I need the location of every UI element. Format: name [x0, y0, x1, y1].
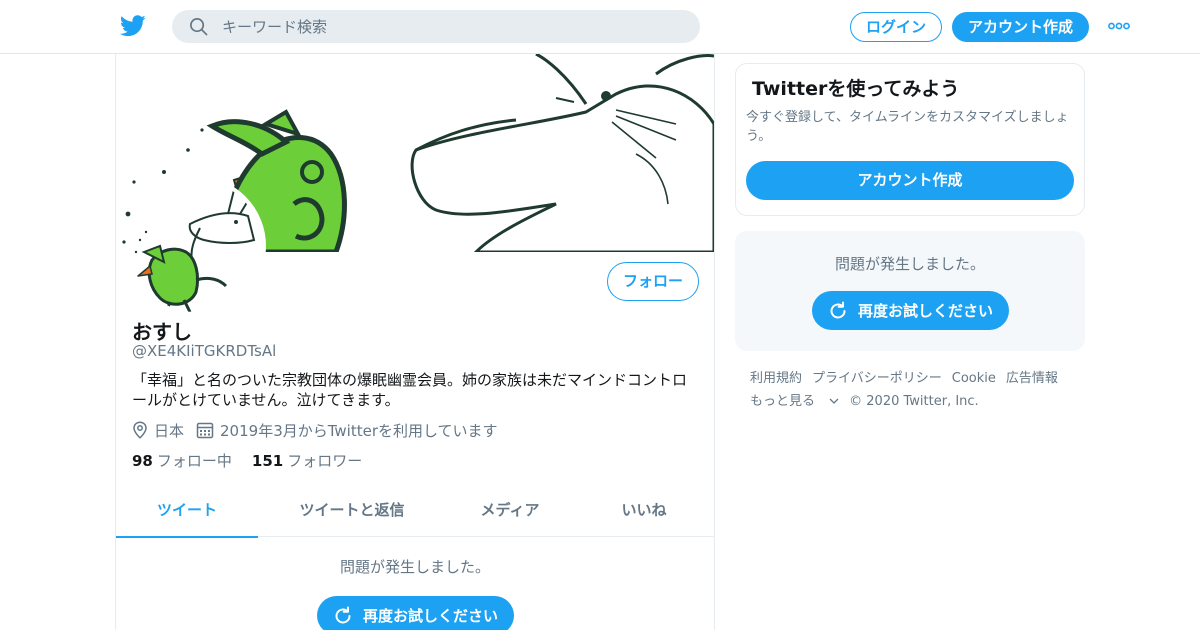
profile-join-date: 2019年3月からTwitterを利用しています: [220, 421, 498, 440]
more-dots-icon[interactable]: [1108, 20, 1130, 32]
signup-card-description: 今すぐ登録して、タイムラインをカスタマイズしましょう。: [746, 110, 1069, 144]
search-input[interactable]: [222, 10, 682, 43]
profile-bio: 「幸福」と名のついた宗教団体の爆眠幽霊会員。姉の家族は未だマインドコントロールが…: [132, 371, 688, 409]
footer-ads-link[interactable]: 広告情報: [1006, 367, 1058, 390]
profile-handle: @XE4KIiTGKRDTsAl: [132, 342, 277, 360]
following-count: 98: [132, 452, 153, 470]
profile-avatar[interactable]: [126, 176, 266, 316]
calendar-icon: [196, 422, 214, 439]
following-link[interactable]: 98 フォロー中: [132, 450, 232, 471]
tab-media[interactable]: メディア: [446, 490, 574, 537]
profile-tabs: ツイート ツイートと返信 メディア いいね: [116, 490, 714, 538]
login-button[interactable]: ログイン: [850, 12, 942, 42]
feed-error-message: 問題が発生しました。: [339, 558, 490, 576]
sidebar-retry-label: 再度お試しください: [857, 302, 993, 320]
refresh-icon: [335, 606, 351, 623]
feed-retry-label: 再度お試しください: [362, 607, 498, 625]
profile-column: フォロー おすし @XE4KIiTGKRDTsAl 「幸福」と名のついた宗教団体…: [115, 54, 715, 630]
search-box: [172, 10, 700, 43]
followers-label: フォロワー: [287, 452, 363, 470]
footer-more-label: もっと見る: [750, 394, 816, 409]
profile-meta: 日本 2019年3月からTwitterを利用しています: [132, 420, 510, 440]
signup-card-button[interactable]: アカウント作成: [746, 161, 1074, 200]
following-label: フォロー中: [156, 452, 232, 470]
avatar-illustration: [130, 180, 262, 312]
refresh-icon: [830, 301, 846, 318]
search-icon: [190, 18, 208, 36]
twitter-bird-icon[interactable]: [120, 14, 146, 38]
feed-retry-button[interactable]: 再度お試しください: [317, 596, 514, 630]
top-navigation-bar: ログイン アカウント作成: [0, 0, 1200, 54]
footer-terms-link[interactable]: 利用規約: [750, 367, 802, 390]
chevron-down-icon: [829, 398, 839, 404]
signup-card: Twitterを使ってみよう 今すぐ登録して、タイムラインをカスタマイズしましょ…: [735, 63, 1085, 216]
sidebar-error-message: 問題が発生しました。: [834, 255, 985, 273]
follow-button[interactable]: フォロー: [607, 262, 699, 301]
profile-location: 日本: [154, 421, 185, 440]
tab-tweets[interactable]: ツイート: [116, 490, 258, 538]
tab-tweets-and-replies[interactable]: ツイートと返信: [258, 490, 446, 537]
sidebar-footer: 利用規約 プライバシーポリシー Cookie 広告情報 もっと見る © 2020…: [750, 367, 1080, 413]
profile-display-name: おすし: [132, 320, 192, 344]
profile-stats: 98 フォロー中 151 フォロワー: [132, 450, 382, 471]
footer-more-link[interactable]: もっと見る: [750, 390, 839, 413]
footer-cookie-link[interactable]: Cookie: [952, 367, 996, 390]
followers-count: 151: [251, 452, 284, 470]
followers-link[interactable]: 151 フォロワー: [252, 450, 362, 471]
location-pin-icon: [133, 421, 147, 439]
footer-privacy-link[interactable]: プライバシーポリシー: [812, 367, 942, 390]
footer-copyright: © 2020 Twitter, Inc.: [849, 394, 979, 409]
sidebar-error-card: 問題が発生しました。 再度お試しください: [735, 231, 1085, 351]
signup-card-title: Twitterを使ってみよう: [752, 78, 960, 100]
sidebar-retry-button[interactable]: 再度お試しください: [812, 291, 1009, 330]
signup-button[interactable]: アカウント作成: [952, 12, 1089, 42]
tab-likes[interactable]: いいね: [574, 490, 714, 537]
